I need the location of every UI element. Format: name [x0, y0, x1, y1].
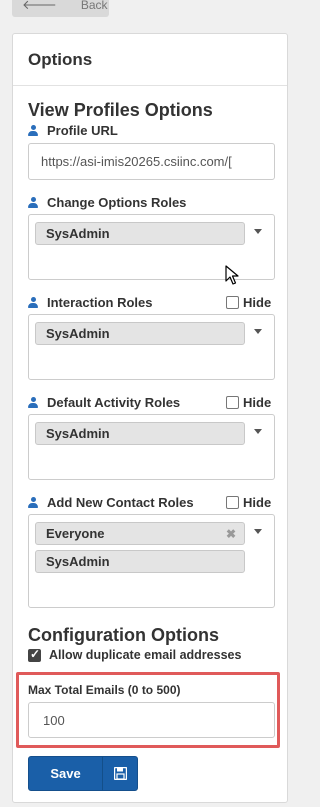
default-activity-roles-hide-checkbox[interactable]	[226, 396, 239, 409]
role-tag-everyone: Everyone ✖	[35, 522, 245, 545]
allow-duplicates-label: Allow duplicate email addresses	[49, 648, 242, 662]
profile-url-input[interactable]: https://asi-imis20265.csiinc.com/[	[28, 143, 275, 180]
profile-url-label-text: Profile URL	[47, 123, 118, 138]
user-icon	[28, 125, 38, 136]
change-options-roles-label: Change Options Roles	[28, 195, 186, 210]
chevron-down-icon[interactable]	[254, 429, 262, 434]
default-activity-roles-hide[interactable]: Hide	[226, 395, 271, 410]
hide-label: Hide	[243, 395, 272, 410]
add-new-contact-roles-label: Add New Contact Roles	[28, 495, 194, 510]
add-new-contact-roles-select[interactable]: Everyone ✖ SysAdmin	[28, 514, 275, 608]
role-tag-sysadmin: SysAdmin	[35, 422, 245, 445]
hide-label: Hide	[243, 295, 272, 310]
allow-duplicates-checkbox[interactable]	[28, 647, 41, 662]
user-icon	[28, 397, 38, 408]
options-panel: Options View Profiles Options Profile UR…	[12, 33, 288, 803]
role-tag-label: SysAdmin	[46, 426, 110, 441]
default-activity-roles-label: Default Activity Roles	[28, 395, 180, 410]
arrow-left-icon: 🡐	[22, 0, 57, 12]
add-new-contact-roles-label-text: Add New Contact Roles	[47, 495, 194, 510]
add-new-contact-roles-hide[interactable]: Hide	[226, 495, 271, 510]
remove-tag-icon[interactable]: ✖	[226, 527, 236, 541]
default-activity-roles-label-text: Default Activity Roles	[47, 395, 181, 410]
max-emails-label: Max Total Emails (0 to 500)	[28, 683, 181, 697]
add-new-contact-roles-hide-checkbox[interactable]	[226, 496, 239, 509]
role-tag-label: SysAdmin	[46, 226, 110, 241]
user-icon	[28, 297, 38, 308]
panel-title: Options	[13, 34, 287, 86]
change-options-roles-label-text: Change Options Roles	[47, 195, 187, 210]
max-emails-input[interactable]: 100	[28, 702, 275, 738]
role-tag-sysadmin: SysAdmin	[35, 322, 245, 345]
hide-label: Hide	[243, 495, 272, 510]
view-profiles-title: View Profiles Options	[28, 100, 213, 120]
user-icon	[28, 497, 38, 508]
mouse-pointer-icon	[225, 265, 239, 285]
interaction-roles-label: Interaction Roles	[28, 295, 152, 310]
interaction-roles-hide-checkbox[interactable]	[226, 296, 239, 309]
save-icon	[103, 767, 137, 780]
allow-duplicates-option[interactable]: Allow duplicate email addresses	[28, 647, 242, 662]
chevron-down-icon[interactable]	[254, 329, 262, 334]
role-tag-label: Everyone	[46, 526, 105, 541]
interaction-roles-hide[interactable]: Hide	[226, 295, 271, 310]
back-button-label: Back	[80, 0, 108, 12]
user-icon	[28, 197, 38, 208]
configuration-title: Configuration Options	[28, 625, 219, 645]
save-button[interactable]: Save	[28, 756, 138, 791]
role-tag-label: SysAdmin	[46, 554, 110, 569]
default-activity-roles-select[interactable]: SysAdmin	[28, 414, 275, 480]
interaction-roles-select[interactable]: SysAdmin	[28, 314, 275, 380]
back-button[interactable]: 🡐 Back	[12, 0, 109, 17]
interaction-roles-label-text: Interaction Roles	[47, 295, 153, 310]
save-button-label: Save	[50, 766, 81, 781]
role-tag-label: SysAdmin	[46, 326, 110, 341]
profile-url-label: Profile URL	[28, 123, 118, 138]
chevron-down-icon[interactable]	[254, 229, 262, 234]
role-tag-sysadmin: SysAdmin	[35, 222, 245, 245]
role-tag-sysadmin: SysAdmin	[35, 550, 245, 573]
chevron-down-icon[interactable]	[254, 529, 262, 534]
